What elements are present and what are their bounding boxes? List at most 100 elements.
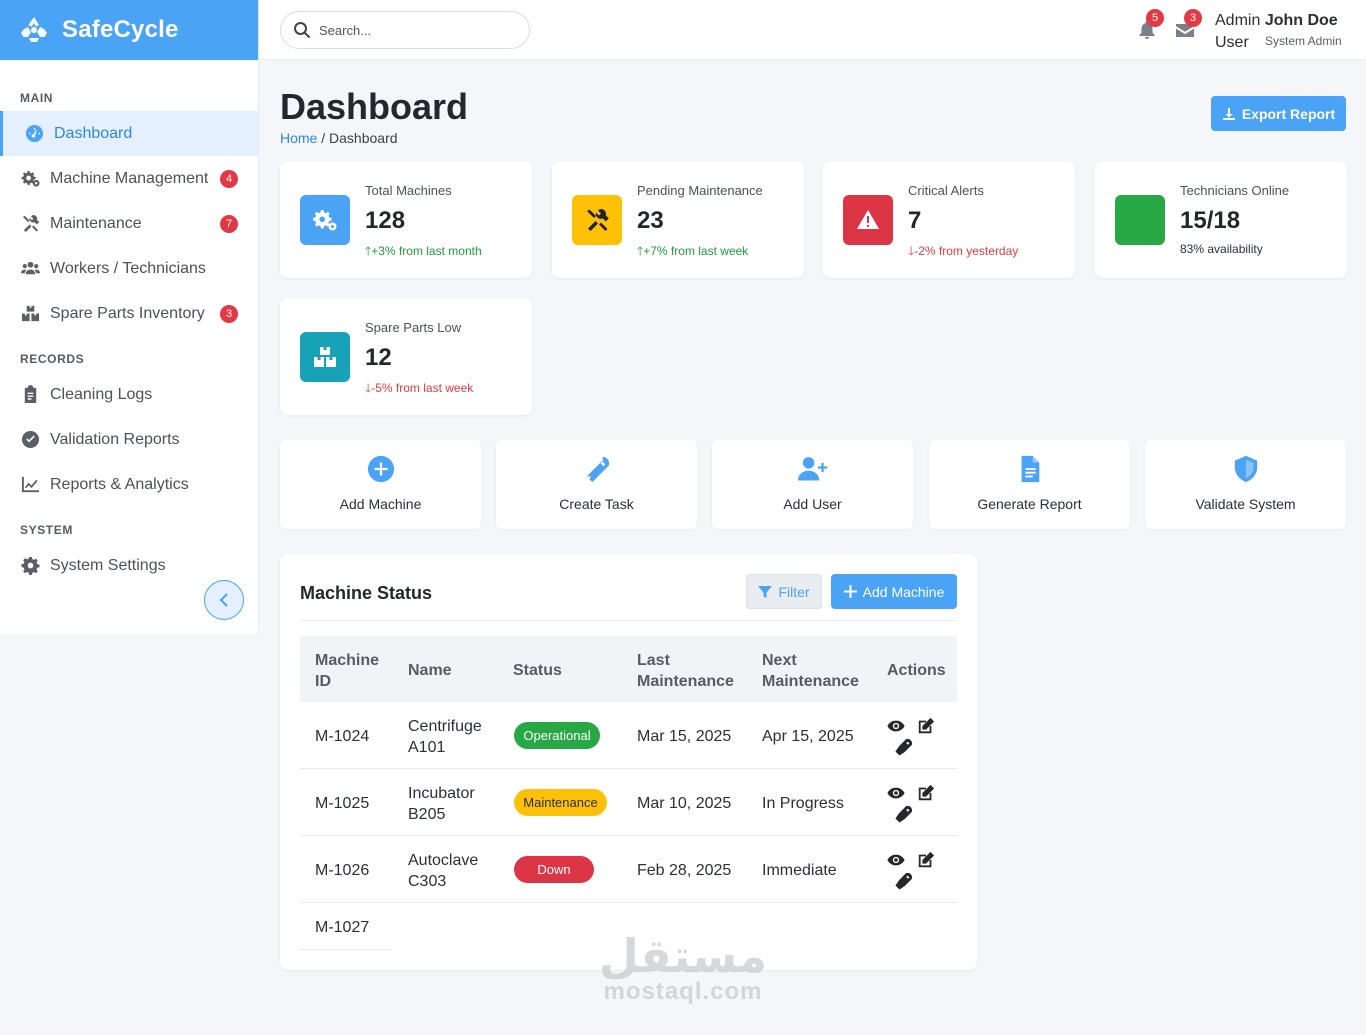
sidebar-item-maintenance[interactable]: Maintenance 7 (0, 201, 259, 246)
maintenance-button[interactable] (894, 804, 914, 824)
column-header-status: Status (513, 662, 562, 679)
machine-id: M-1025 (315, 795, 370, 812)
user-name: John Doe (1264, 12, 1338, 29)
export-report-button[interactable]: Export Report (1211, 96, 1346, 131)
watermark-latin: mostaql.com (603, 978, 763, 1005)
messages-badge: 3 (1184, 9, 1202, 27)
chevron-left-icon (219, 593, 228, 607)
user-menu[interactable]: Admin John Doe User System Admin (1215, 11, 1355, 55)
stat-trend-text: +3% from last month (371, 244, 482, 258)
quick-action-add-machine[interactable]: Add Machine (280, 440, 481, 529)
wrench-icon (895, 872, 913, 890)
filter-button[interactable]: Filter (746, 574, 822, 609)
wrench-icon (895, 805, 913, 823)
sidebar-item-label: System Settings (50, 556, 166, 574)
watermark: مستقل mostaql.com (598, 930, 768, 1006)
machine-id: M-1024 (315, 728, 370, 745)
eye-icon (887, 787, 905, 799)
stat-trend-text: -2% from yesterday (914, 244, 1019, 258)
brand[interactable]: SafeCycle (0, 0, 258, 60)
stat-label: Spare Parts Low (365, 320, 462, 335)
stat-trend-text: +7% from last week (643, 244, 749, 258)
last-maintenance: Mar 10, 2025 (637, 795, 732, 812)
collapse-sidebar-button[interactable] (204, 580, 244, 620)
user-prefix: Admin (1215, 12, 1261, 29)
view-button[interactable] (886, 716, 906, 736)
stat-value: 12 (365, 344, 392, 371)
stat-label: Pending Maintenance (637, 183, 763, 198)
stat-trend: 83% availability (1180, 242, 1263, 256)
sidebar-item-label: Workers / Technicians (50, 259, 206, 277)
edit-button[interactable] (916, 783, 936, 803)
quick-action-create-task[interactable]: Create Task (496, 440, 697, 529)
stat-card-technicians-online: Technicians Online 15/18 83% availabilit… (1095, 161, 1347, 278)
view-button[interactable] (886, 850, 906, 870)
table-row: M-1025 Incubator B205 Maintenance Mar 10,… (300, 769, 957, 836)
sidebar-item-machine-management[interactable]: Machine Management 4 (0, 156, 259, 201)
sidebar-item-cleaning-logs[interactable]: Cleaning Logs (0, 372, 259, 417)
machine-name-line: C303 (408, 873, 447, 890)
stat-label: Total Machines (365, 183, 452, 198)
next-maintenance: Immediate (762, 862, 837, 879)
page-title: Dashboard (280, 86, 469, 127)
sidebar-item-label: Machine Management (50, 169, 209, 187)
add-machine-button[interactable]: Add Machine (831, 574, 957, 609)
maintenance-button[interactable] (894, 737, 914, 757)
filter-icon (758, 585, 773, 598)
breadcrumb-home-link[interactable]: Home (280, 130, 317, 146)
download-icon (1222, 107, 1235, 120)
edit-button[interactable] (916, 716, 936, 736)
app-name: SafeCycle (62, 16, 179, 43)
technicians-icon (1115, 195, 1165, 245)
sidebar-item-label: Validation Reports (50, 430, 180, 448)
gear-icon (20, 556, 40, 576)
export-report-label: Export Report (1241, 105, 1336, 122)
machine-id: M-1026 (315, 862, 370, 879)
maintenance-button[interactable] (894, 871, 914, 891)
shield-icon (1231, 454, 1261, 484)
next-maintenance: Apr 15, 2025 (762, 728, 854, 745)
machine-name-line: Incubator (408, 785, 475, 802)
quick-action-add-user[interactable]: Add User (712, 440, 913, 529)
sidebar-item-label: Reports & Analytics (50, 475, 189, 493)
eye-icon (887, 854, 905, 866)
machine-name-line: Autoclave (408, 852, 479, 869)
quick-action-label: Generate Report (977, 496, 1082, 512)
sidebar-item-workers[interactable]: Workers / Technicians (0, 246, 259, 291)
breadcrumb-current: Dashboard (329, 130, 398, 146)
divider (300, 620, 957, 621)
quick-action-generate-report[interactable]: Generate Report (929, 440, 1130, 529)
quick-action-validate-system[interactable]: Validate System (1145, 440, 1346, 529)
section-system: SYSTEM (20, 523, 73, 537)
messages-button[interactable]: 3 (1175, 9, 1202, 42)
panel-title: Machine Status (300, 583, 433, 603)
column-header-line: ID (315, 673, 331, 690)
plus-icon (843, 585, 857, 598)
column-header-line: Next (762, 652, 797, 669)
table-row: M-1027 (300, 904, 392, 950)
stat-card-critical-alerts: Critical Alerts 7 🡓-2% from yesterday (823, 161, 1075, 278)
column-header-line: Maintenance (762, 673, 859, 690)
warning-icon (843, 195, 893, 245)
view-button[interactable] (886, 783, 906, 803)
chart-line-icon (20, 475, 40, 495)
stat-value: 128 (365, 207, 406, 234)
column-header-line: Machine (315, 652, 380, 669)
users-icon (20, 259, 40, 279)
check-circle-icon (20, 430, 40, 450)
sidebar-item-validation-reports[interactable]: Validation Reports (0, 417, 259, 462)
sidebar-item-reports-analytics[interactable]: Reports & Analytics (0, 462, 259, 507)
machine-name-line: Centrifuge (408, 718, 482, 735)
quick-action-label: Add User (783, 496, 842, 512)
eye-icon (887, 720, 905, 732)
stat-trend-text: -5% from last week (371, 381, 474, 395)
search-input[interactable] (319, 22, 509, 38)
sidebar-item-dashboard[interactable]: Dashboard (0, 111, 259, 156)
notifications-badge: 5 (1146, 9, 1164, 27)
sidebar-item-spare-parts[interactable]: Spare Parts Inventory 3 (0, 291, 259, 336)
edit-button[interactable] (916, 850, 936, 870)
column-header-line: Last (637, 652, 670, 669)
notifications-button[interactable]: 5 (1137, 9, 1164, 42)
filter-label: Filter (778, 583, 810, 600)
watermark-arabic: مستقل (598, 929, 768, 983)
